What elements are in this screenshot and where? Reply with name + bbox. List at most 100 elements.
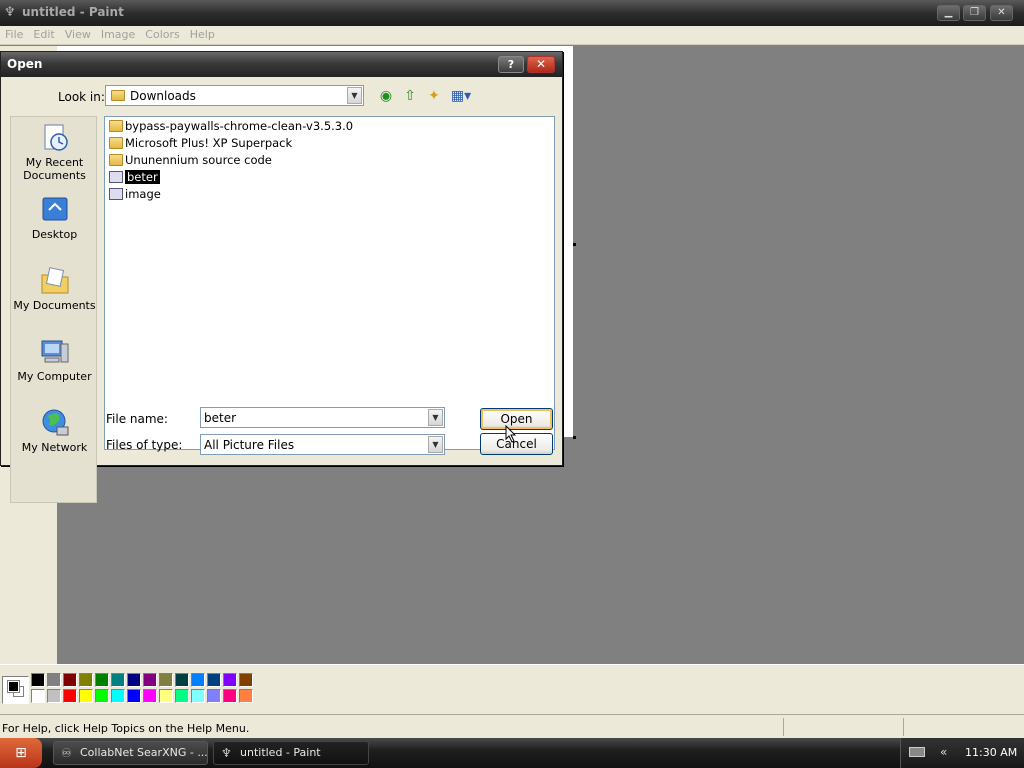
list-item-selected[interactable]: beter xyxy=(109,170,160,186)
color-swatch[interactable] xyxy=(111,689,125,703)
chevron-down-icon[interactable]: ▼ xyxy=(428,436,443,453)
file-name: image xyxy=(125,187,161,201)
color-swatch[interactable] xyxy=(223,673,237,687)
view-menu-icon[interactable]: ▦▾ xyxy=(449,87,473,105)
file-name: Ununennium source code xyxy=(125,153,272,167)
folder-icon xyxy=(109,137,123,149)
color-swatch[interactable] xyxy=(79,689,93,703)
image-file-icon xyxy=(109,171,123,183)
resize-handle-right[interactable] xyxy=(573,243,576,246)
color-swatch[interactable] xyxy=(207,689,221,703)
menu-help[interactable]: Help xyxy=(185,26,220,43)
taskbar-item-searxng[interactable]: ♾ CollabNet SearXNG - ... xyxy=(53,741,208,765)
look-in-value-wrap: Downloads xyxy=(111,89,196,103)
color-swatch[interactable] xyxy=(239,673,253,687)
color-swatch[interactable] xyxy=(47,689,61,703)
mouse-cursor-icon xyxy=(505,425,517,443)
image-file-icon xyxy=(109,188,123,200)
close-window-button[interactable]: ✕ xyxy=(990,5,1013,21)
menu-image[interactable]: Image xyxy=(96,26,140,43)
up-folder-icon[interactable]: ⇧ xyxy=(400,87,420,105)
list-item[interactable]: Microsoft Plus! XP Superpack xyxy=(109,136,292,152)
color-swatch[interactable] xyxy=(47,673,61,687)
color-swatch[interactable] xyxy=(31,673,45,687)
dialog-title: Open xyxy=(7,57,43,71)
paint-app-icon: ♆ xyxy=(221,746,232,760)
menu-file[interactable]: File xyxy=(0,26,28,43)
color-swatch[interactable] xyxy=(111,673,125,687)
color-swatch[interactable] xyxy=(175,689,189,703)
places-bar: My Recent Documents Desktop My Documents xyxy=(10,116,97,503)
place-label: My Documents xyxy=(13,299,96,312)
color-swatch[interactable] xyxy=(127,689,141,703)
color-swatch[interactable] xyxy=(223,689,237,703)
color-swatch[interactable] xyxy=(159,689,173,703)
file-list[interactable]: bypass-paywalls-chrome-clean-v3.5.3.0 Mi… xyxy=(104,116,555,450)
browser-icon: ♾ xyxy=(61,746,72,760)
back-icon[interactable]: ◉ xyxy=(376,87,396,105)
look-in-value: Downloads xyxy=(130,89,196,103)
color-swatch[interactable] xyxy=(63,689,77,703)
keyboard-icon[interactable] xyxy=(909,747,925,757)
color-swatch[interactable] xyxy=(143,689,157,703)
folder-icon xyxy=(109,120,123,132)
menu-colors[interactable]: Colors xyxy=(140,26,184,43)
file-name-label: File name: xyxy=(106,412,168,426)
color-swatch[interactable] xyxy=(63,673,77,687)
status-text: For Help, click Help Topics on the Help … xyxy=(2,722,250,735)
windows-logo-icon: ⊞ xyxy=(15,745,27,761)
file-name-field[interactable]: beter ▼ xyxy=(200,407,445,428)
tray-expand-icon[interactable]: « xyxy=(940,745,947,759)
color-swatch[interactable] xyxy=(207,673,221,687)
menu-view[interactable]: View xyxy=(60,26,96,43)
color-swatch[interactable] xyxy=(79,673,93,687)
dialog-close-button[interactable]: ✕ xyxy=(527,56,555,73)
color-swatch[interactable] xyxy=(143,673,157,687)
desktop-icon xyxy=(42,197,67,221)
place-my-network[interactable]: My Network xyxy=(11,407,98,454)
current-colors xyxy=(2,676,29,704)
list-item[interactable]: Ununennium source code xyxy=(109,153,272,169)
restore-button[interactable]: ❐ xyxy=(963,5,986,21)
new-folder-icon[interactable]: ✦ xyxy=(424,87,444,105)
color-swatch[interactable] xyxy=(191,673,205,687)
folder-icon xyxy=(111,90,125,101)
file-type-dropdown[interactable]: All Picture Files ▼ xyxy=(200,434,445,455)
chevron-down-icon[interactable]: ▼ xyxy=(347,87,362,104)
color-swatch[interactable] xyxy=(159,673,173,687)
minimize-button[interactable]: ▁ xyxy=(937,5,960,21)
color-swatch[interactable] xyxy=(95,673,109,687)
my-documents-icon xyxy=(41,267,68,294)
list-item[interactable]: bypass-paywalls-chrome-clean-v3.5.3.0 xyxy=(109,119,353,135)
file-type-label: Files of type: xyxy=(106,438,183,452)
color-swatch[interactable] xyxy=(95,689,109,703)
resize-handle-corner[interactable] xyxy=(573,436,576,439)
start-button[interactable]: ⊞ xyxy=(0,738,42,768)
color-swatch[interactable] xyxy=(239,689,253,703)
color-swatch[interactable] xyxy=(127,673,141,687)
place-my-documents[interactable]: My Documents xyxy=(11,265,98,312)
place-my-computer[interactable]: My Computer xyxy=(11,336,98,383)
place-desktop[interactable]: Desktop xyxy=(11,194,98,241)
look-in-label: Look in: xyxy=(58,90,105,104)
my-network-icon xyxy=(42,409,68,436)
status-divider xyxy=(903,718,904,736)
chevron-down-icon[interactable]: ▼ xyxy=(428,409,443,426)
taskbar: ⊞ ♾ CollabNet SearXNG - ... ♆ untitled - P… xyxy=(0,738,1024,768)
place-label: My Computer xyxy=(17,370,92,383)
look-in-dropdown[interactable]: Downloads ▼ xyxy=(105,85,364,106)
list-item[interactable]: image xyxy=(109,187,161,203)
color-swatch[interactable] xyxy=(31,689,45,703)
file-name: beter xyxy=(125,170,160,184)
color-swatch[interactable] xyxy=(191,689,205,703)
status-bar: For Help, click Help Topics on the Help … xyxy=(0,714,1024,738)
paint-app-icon: ♆ xyxy=(4,5,16,20)
menu-edit[interactable]: Edit xyxy=(28,26,59,43)
task-label: untitled - Paint xyxy=(240,746,321,759)
task-label: CollabNet SearXNG - ... xyxy=(80,746,208,759)
help-button[interactable]: ? xyxy=(498,56,524,73)
color-swatch[interactable] xyxy=(175,673,189,687)
clock[interactable]: 11:30 AM xyxy=(965,746,1017,759)
taskbar-item-paint[interactable]: ♆ untitled - Paint xyxy=(213,741,369,765)
place-recent-documents[interactable]: My Recent Documents xyxy=(11,122,98,182)
